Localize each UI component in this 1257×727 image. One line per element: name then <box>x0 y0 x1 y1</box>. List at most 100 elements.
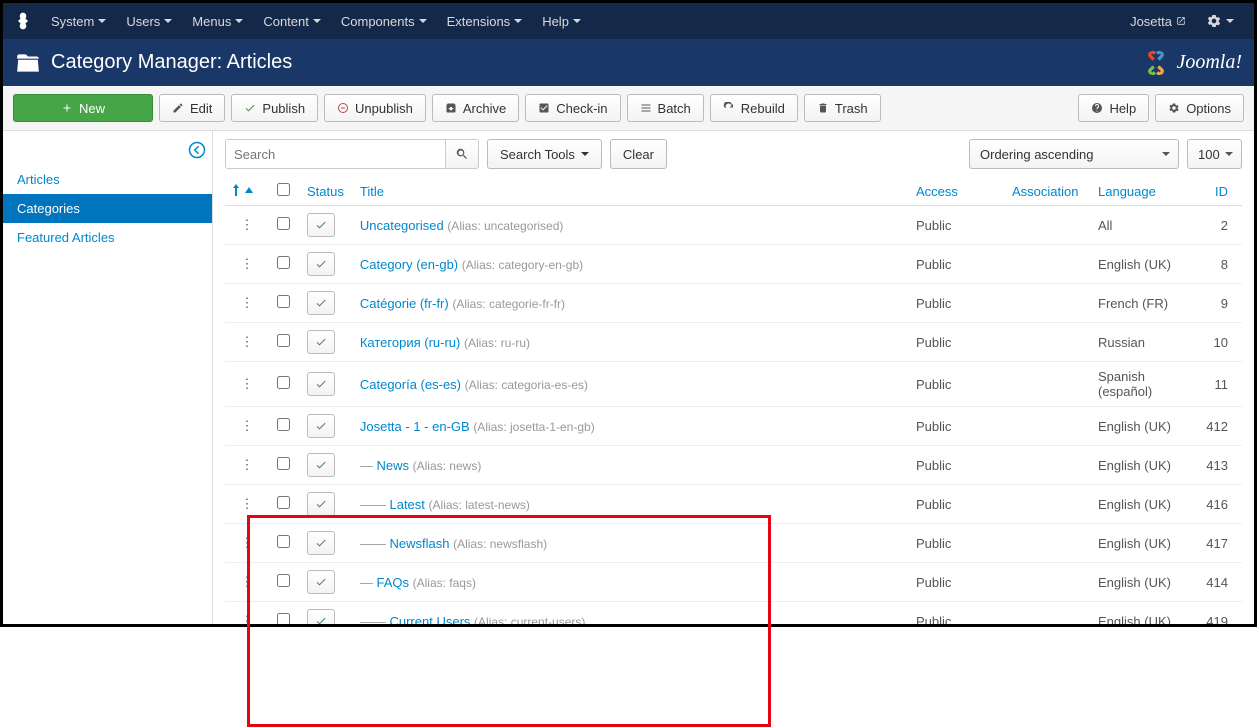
checkin-button[interactable]: Check-in <box>525 94 620 122</box>
access-cell: Public <box>908 206 1004 245</box>
col-status[interactable]: Status <box>299 177 352 206</box>
row-checkbox[interactable] <box>277 457 290 470</box>
trash-button[interactable]: Trash <box>804 94 881 122</box>
plus-icon <box>61 102 73 114</box>
category-link[interactable]: News <box>376 458 409 473</box>
edit-button[interactable]: Edit <box>159 94 225 122</box>
status-toggle[interactable] <box>307 453 335 477</box>
check-icon <box>315 576 327 588</box>
drag-handle-icon[interactable]: ⋮ <box>241 496 254 512</box>
refresh-icon <box>723 102 735 114</box>
row-checkbox[interactable] <box>277 613 290 624</box>
status-toggle[interactable] <box>307 213 335 237</box>
new-button[interactable]: New <box>13 94 153 122</box>
sidebar-item-articles[interactable]: Articles <box>3 165 212 194</box>
status-toggle[interactable] <box>307 372 335 396</box>
status-toggle[interactable] <box>307 252 335 276</box>
drag-handle-icon[interactable]: ⋮ <box>241 457 254 473</box>
access-cell: Public <box>908 362 1004 407</box>
content-area: Search Tools Clear Ordering ascending 10… <box>213 131 1254 624</box>
nav-item-menus[interactable]: Menus <box>182 6 253 37</box>
help-button[interactable]: Help <box>1078 94 1149 122</box>
category-link[interactable]: Latest <box>389 497 424 512</box>
status-toggle[interactable] <box>307 492 335 516</box>
col-language[interactable]: Language <box>1090 177 1194 206</box>
user-menu[interactable]: Josetta <box>1120 5 1196 37</box>
category-link[interactable]: Categoría (es-es) <box>360 377 461 392</box>
row-checkbox[interactable] <box>277 574 290 587</box>
drag-handle-icon[interactable]: ⋮ <box>241 613 254 624</box>
col-association[interactable]: Association <box>1004 177 1090 206</box>
alias-text: (Alias: categoria-es-es) <box>465 378 588 392</box>
clear-button[interactable]: Clear <box>610 139 667 169</box>
row-checkbox[interactable] <box>277 256 290 269</box>
category-link[interactable]: Uncategorised <box>360 218 444 233</box>
drag-handle-icon[interactable]: ⋮ <box>241 574 254 590</box>
association-cell <box>1004 602 1090 625</box>
drag-handle-icon[interactable]: ⋮ <box>241 217 254 233</box>
access-cell: Public <box>908 563 1004 602</box>
drag-handle-icon[interactable]: ⋮ <box>241 418 254 434</box>
limit-select[interactable]: 100 <box>1187 139 1242 169</box>
drag-handle-icon[interactable]: ⋮ <box>241 535 254 551</box>
nav-item-content[interactable]: Content <box>253 6 331 37</box>
sidebar-item-featured-articles[interactable]: Featured Articles <box>3 223 212 252</box>
col-id[interactable]: ID <box>1194 177 1242 206</box>
category-link[interactable]: Josetta - 1 - en-GB <box>360 419 470 434</box>
categories-table: Status Title Access Association Language… <box>225 177 1242 624</box>
status-toggle[interactable] <box>307 291 335 315</box>
language-cell: English (UK) <box>1090 446 1194 485</box>
id-cell: 9 <box>1194 284 1242 323</box>
rebuild-button[interactable]: Rebuild <box>710 94 798 122</box>
folder-open-icon <box>15 50 41 76</box>
drag-handle-icon[interactable]: ⋮ <box>241 256 254 272</box>
status-toggle[interactable] <box>307 330 335 354</box>
row-checkbox[interactable] <box>277 334 290 347</box>
col-title[interactable]: Title <box>352 177 908 206</box>
nav-item-components[interactable]: Components <box>331 6 437 37</box>
publish-button[interactable]: Publish <box>231 94 318 122</box>
checkbox-select-all[interactable] <box>277 183 290 196</box>
access-cell: Public <box>908 284 1004 323</box>
unpublish-button[interactable]: Unpublish <box>324 94 426 122</box>
archive-icon <box>445 102 457 114</box>
col-access[interactable]: Access <box>908 177 1004 206</box>
status-toggle[interactable] <box>307 531 335 555</box>
row-checkbox[interactable] <box>277 496 290 509</box>
drag-handle-icon[interactable]: ⋮ <box>241 334 254 350</box>
id-cell: 417 <box>1194 524 1242 563</box>
nav-item-extensions[interactable]: Extensions <box>437 6 533 37</box>
category-link[interactable]: Newsflash <box>389 536 449 551</box>
row-checkbox[interactable] <box>277 418 290 431</box>
sidebar-item-categories[interactable]: Categories <box>3 194 212 223</box>
category-link[interactable]: FAQs <box>376 575 409 590</box>
category-link[interactable]: Category (en-gb) <box>360 257 458 272</box>
nav-item-help[interactable]: Help <box>532 6 591 37</box>
search-input[interactable] <box>225 139 445 169</box>
search-tools-button[interactable]: Search Tools <box>487 139 602 169</box>
status-toggle[interactable] <box>307 570 335 594</box>
row-checkbox[interactable] <box>277 295 290 308</box>
nav-item-users[interactable]: Users <box>116 6 182 37</box>
row-checkbox[interactable] <box>277 217 290 230</box>
gear-icon <box>1168 102 1180 114</box>
category-link[interactable]: Catégorie (fr-fr) <box>360 296 449 311</box>
alias-text: (Alias: uncategorised) <box>447 219 563 233</box>
ordering-select[interactable]: Ordering ascending <box>969 139 1179 169</box>
category-link[interactable]: Current Users <box>389 614 470 625</box>
drag-handle-icon[interactable]: ⋮ <box>241 295 254 311</box>
sidebar-collapse-button[interactable] <box>188 141 206 159</box>
status-toggle[interactable] <box>307 414 335 438</box>
nav-item-system[interactable]: System <box>41 6 116 37</box>
search-button[interactable] <box>445 139 479 169</box>
archive-button[interactable]: Archive <box>432 94 519 122</box>
settings-menu[interactable] <box>1196 5 1244 37</box>
options-button[interactable]: Options <box>1155 94 1244 122</box>
batch-button[interactable]: Batch <box>627 94 704 122</box>
category-link[interactable]: Категория (ru-ru) <box>360 335 461 350</box>
status-toggle[interactable] <box>307 609 335 624</box>
row-checkbox[interactable] <box>277 535 290 548</box>
col-order[interactable] <box>225 177 269 206</box>
row-checkbox[interactable] <box>277 376 290 389</box>
drag-handle-icon[interactable]: ⋮ <box>241 376 254 392</box>
